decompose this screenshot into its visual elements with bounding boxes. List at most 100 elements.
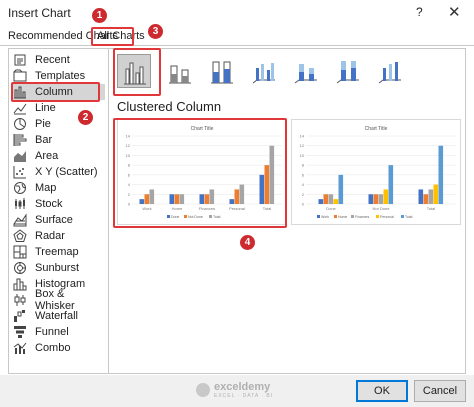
chart-type-label: Surface [35, 214, 73, 226]
bar-chart-icon [13, 134, 27, 146]
templates-icon [13, 69, 27, 82]
radar-chart-icon [13, 229, 27, 242]
help-button[interactable]: ? [416, 5, 423, 19]
chart-type-waterfall[interactable]: Waterfall [13, 308, 105, 324]
stacked-column-icon [169, 65, 191, 84]
chart-type-surface[interactable]: Surface [13, 212, 105, 228]
cancel-button[interactable]: Cancel [414, 380, 466, 402]
highlight-column [11, 82, 100, 102]
line-chart-icon [13, 103, 27, 115]
y-tick-label: 14 [300, 134, 305, 139]
chart-type-label: Map [35, 182, 57, 194]
tab-bar: Recommended Charts All Charts [0, 26, 474, 46]
chart-type-sunburst[interactable]: Sunburst [13, 260, 105, 276]
subtype-100-stacked-column[interactable] [205, 54, 239, 88]
window-title: Insert Chart [8, 6, 71, 20]
chart-type-label: Radar [35, 230, 65, 242]
chart-type-recent[interactable]: Recent [13, 52, 105, 68]
3d-clustered-column-icon [252, 63, 275, 84]
y-tick-label: 2 [302, 192, 305, 197]
step-badge-4: 4 [240, 235, 255, 250]
subtype-stacked-column[interactable] [163, 54, 197, 88]
pie-chart-icon [14, 118, 26, 130]
chart-type-combo[interactable]: Combo [13, 340, 105, 356]
funnel-chart-icon [14, 326, 26, 338]
chart-type-label: Waterfall [35, 310, 78, 322]
y-tick-label: 12 [300, 143, 305, 148]
chart-type-label: Stock [35, 198, 63, 210]
sunburst-chart-icon [14, 262, 26, 274]
legend-swatch [376, 215, 379, 218]
chart-type-label: Funnel [35, 326, 69, 338]
treemap-chart-icon [13, 245, 27, 259]
bar [423, 194, 429, 204]
subtype-3d-100-stacked-column[interactable] [331, 54, 365, 88]
chart-type-box-whisker[interactable]: Box & Whisker [13, 288, 105, 312]
title-bar: Insert Chart ? ✕ [0, 0, 474, 26]
chart-type-label: Treemap [35, 246, 79, 258]
subtype-3d-clustered-column[interactable] [247, 54, 281, 88]
watermark-name: exceldemy [214, 381, 271, 393]
highlight-all-charts [91, 27, 134, 46]
3d-column-icon [378, 62, 401, 84]
y-tick-label: 4 [302, 182, 305, 187]
bar [388, 165, 394, 204]
box-whisker-chart-icon [14, 294, 26, 306]
chart-type-label: Recent [35, 54, 70, 66]
3d-stacked-100-column-icon [336, 61, 359, 84]
subtype-heading: Clustered Column [117, 99, 222, 114]
chart-type-area[interactable]: Area [13, 148, 105, 164]
legend-label: Total [405, 215, 413, 219]
exceldemy-logo-icon [196, 383, 210, 397]
legend-label: Finances [355, 215, 369, 219]
bar [338, 174, 344, 204]
chart-type-funnel[interactable]: Funnel [13, 324, 105, 340]
chart-type-radar[interactable]: Radar [13, 228, 105, 244]
subtype-3d-column[interactable] [373, 54, 407, 88]
bar [433, 184, 439, 204]
x-tick-label: Total [427, 206, 436, 211]
chart-type-label: Area [35, 150, 59, 162]
chart-type-label: Pie [35, 118, 51, 130]
bar [318, 199, 324, 204]
surface-chart-icon [13, 213, 27, 227]
watermark: exceldemy EXCEL · DATA · BI [196, 381, 273, 399]
step-badge-2: 2 [78, 110, 93, 125]
bar [383, 189, 389, 204]
histogram-chart-icon [13, 278, 27, 291]
legend-label: Work [321, 215, 329, 219]
chart-type-treemap[interactable]: Treemap [13, 244, 105, 260]
chart-type-stock[interactable]: Stock [13, 196, 105, 212]
chart-preview-2[interactable]: Chart Title 0 2 4 6 8 10 12 14 Done Not Done Total… [291, 119, 461, 225]
bar [418, 189, 424, 204]
legend-label: Home [338, 215, 347, 219]
legend-swatch [351, 215, 354, 218]
close-icon[interactable]: ✕ [448, 3, 461, 21]
bar [428, 189, 434, 204]
chart-type-bar[interactable]: Bar [13, 132, 105, 148]
legend-swatch [334, 215, 337, 218]
chart-type-label: Sunburst [35, 262, 80, 274]
chart-type-label: X Y (Scatter) [35, 166, 98, 178]
scatter-chart-icon [13, 166, 26, 179]
x-tick-label: Done [326, 206, 336, 211]
legend-label: Personal [380, 215, 394, 219]
y-tick-label: 8 [302, 163, 305, 168]
chart-type-map[interactable]: Map [13, 180, 105, 196]
area-chart-icon [14, 151, 26, 162]
chart-plot: 0 2 4 6 8 10 12 14 Done Not Done Total Work Home Fina… [300, 134, 456, 219]
step-badge-3: 3 [148, 24, 163, 39]
bar [323, 194, 329, 204]
highlight-clustered-column [113, 48, 161, 96]
bar [373, 194, 379, 204]
x-tick-label: Not Done [373, 206, 391, 211]
ok-button[interactable]: OK [356, 380, 408, 402]
recent-icon [14, 54, 26, 66]
chart-type-scatter[interactable]: X Y (Scatter) [13, 164, 105, 180]
subtype-3d-stacked-column[interactable] [289, 54, 323, 88]
y-tick-label: 6 [302, 172, 305, 177]
stacked-100-column-icon [211, 61, 233, 84]
legend-swatch [317, 215, 320, 218]
y-tick-label: 10 [300, 153, 305, 158]
chart-type-label: Bar [35, 134, 53, 146]
